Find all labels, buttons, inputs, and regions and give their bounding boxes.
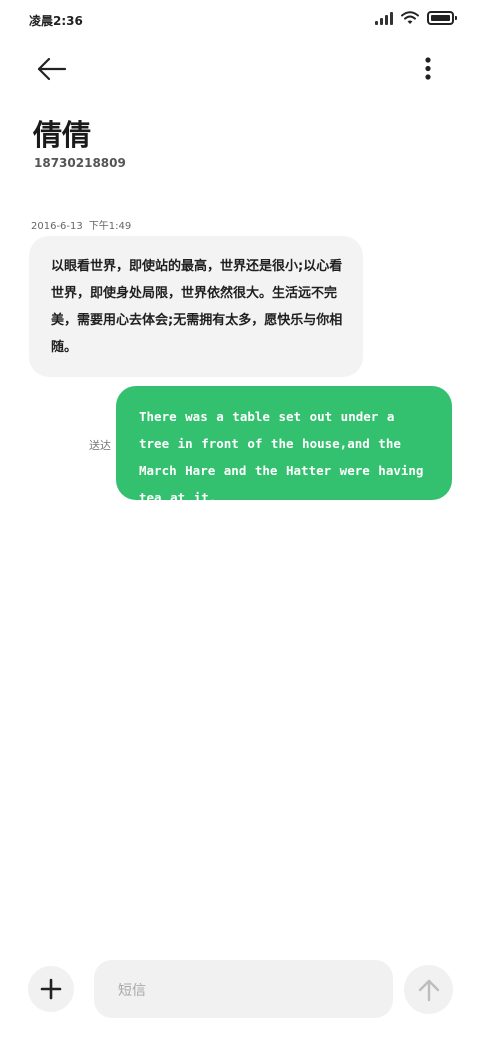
more-options-button[interactable] — [412, 50, 444, 88]
message-input-placeholder: 短信 — [118, 983, 146, 999]
received-message-text: 以眼看世界，即使站的最高，世界还是很小;以心看世界，即使身处局限，世界依然很大。… — [51, 259, 343, 355]
status-time: 凌晨2:36 — [29, 14, 83, 28]
received-message-bubble[interactable]: 以眼看世界，即使站的最高，世界还是很小;以心看世界，即使身处局限，世界依然很大。… — [29, 236, 363, 377]
send-button[interactable] — [404, 965, 453, 1014]
sent-message-text: There was a table set out under a tree i… — [139, 409, 424, 505]
message-input[interactable]: 短信 — [94, 960, 393, 1018]
contact-number: 18730218809 — [34, 156, 126, 170]
add-attachment-button[interactable] — [28, 966, 74, 1012]
more-vertical-icon — [425, 57, 431, 80]
timestamp-time: 下午1:49 — [88, 221, 132, 232]
back-button[interactable] — [30, 50, 74, 88]
message-timestamp: 2016-6-13 下午1:49 — [31, 217, 131, 232]
timestamp-date: 2016-6-13 — [31, 221, 83, 232]
contact-name: 倩倩 — [33, 118, 92, 152]
wifi-icon — [401, 11, 419, 24]
status-icons — [375, 11, 457, 25]
sent-message-bubble[interactable]: There was a table set out under a tree i… — [116, 386, 452, 505]
signal-icon — [375, 11, 393, 25]
plus-icon — [40, 978, 62, 1000]
arrow-left-icon — [37, 57, 67, 81]
arrow-up-icon — [418, 979, 439, 1001]
status-bar: 凌晨2:36 — [0, 0, 480, 40]
battery-icon — [427, 11, 457, 25]
sent-status: 送达 — [89, 439, 111, 452]
